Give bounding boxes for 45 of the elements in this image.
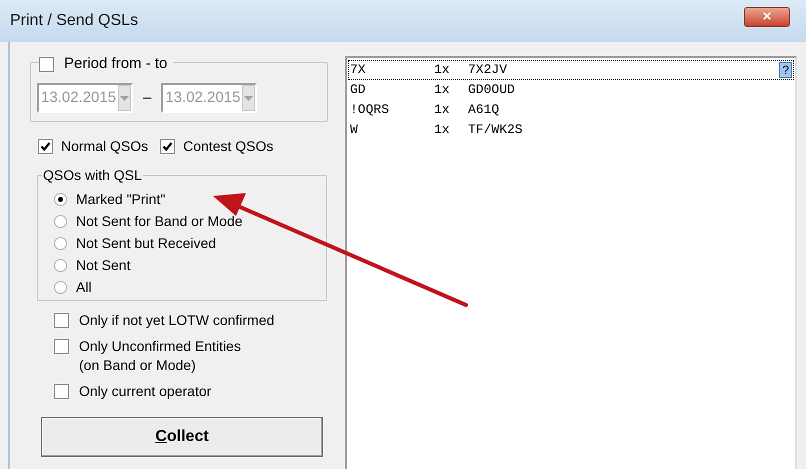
window-title: Print / Send QSLs: [10, 11, 138, 31]
radio-button[interactable]: [54, 192, 67, 206]
count-cell-text: 1x: [434, 81, 451, 100]
list-row[interactable]: W 1x TF/WK2S: [348, 120, 794, 140]
collect-button[interactable]: Collect: [41, 417, 323, 457]
checkbox-label: Only current operator: [79, 382, 212, 401]
date-separator: –: [143, 88, 152, 108]
checkmark-icon: [40, 141, 51, 152]
radio-label: Not Sent for Band or Mode: [76, 212, 243, 230]
call-cell-text: A61Q: [468, 101, 500, 120]
prefix-cell-text: 7X: [349, 61, 367, 80]
radio-button[interactable]: [54, 258, 67, 272]
call-cell-text: GD0OUD: [468, 81, 515, 100]
checkbox[interactable]: [160, 139, 176, 154]
radio-label: Marked "Print": [76, 190, 166, 208]
radio-button[interactable]: [54, 280, 67, 294]
help-badge: ?: [779, 62, 792, 78]
radio-label: Not Sent: [76, 256, 130, 274]
list-row[interactable]: 7X 1x 7X2JV ?: [348, 60, 794, 80]
prefix-cell-text: !OQRS: [349, 101, 390, 120]
call-cell-text: TF/WK2S: [468, 121, 523, 140]
count-cell-text: 1x: [434, 61, 451, 80]
call-cell-text: 7X2JV: [468, 61, 508, 80]
prefix-cell-text: W: [349, 121, 359, 140]
caret-icon: [244, 96, 254, 100]
list-row[interactable]: GD 1x GD0OUD: [348, 80, 794, 100]
checkbox-label: Normal QSOs: [61, 137, 148, 156]
radio-button[interactable]: [54, 236, 67, 250]
checkbox[interactable]: [54, 384, 69, 399]
checkbox-label: Only Unconfirmed Entities (on Band or Mode): [79, 337, 241, 375]
radio-button[interactable]: [54, 214, 67, 228]
caret-icon: [120, 96, 130, 100]
list-row[interactable]: !OQRS 1x A61Q: [348, 100, 794, 120]
checkbox[interactable]: [54, 313, 69, 328]
prefix-cell-text: GD: [349, 81, 367, 100]
checkbox[interactable]: [54, 339, 69, 354]
checkbox[interactable]: [38, 139, 53, 154]
checkmark-icon: [162, 141, 174, 152]
count-cell-text: 1x: [434, 121, 451, 140]
checkbox-label: Only if not yet LOTW confirmed: [79, 311, 274, 330]
radio-label: All: [76, 278, 92, 296]
count-cell-text: 1x: [434, 101, 451, 120]
period-label: Period from - to: [64, 54, 168, 74]
radio-label: Not Sent but Received: [76, 234, 216, 252]
checkbox-label: Contest QSOs: [183, 137, 274, 156]
